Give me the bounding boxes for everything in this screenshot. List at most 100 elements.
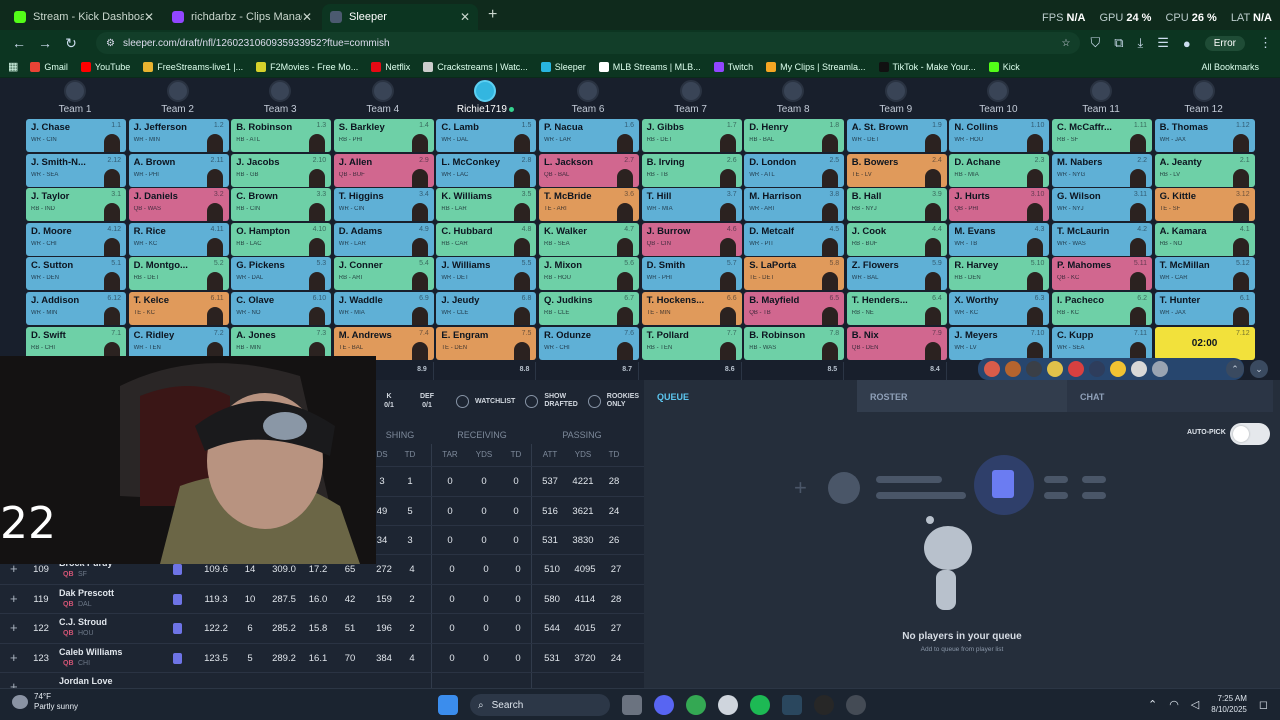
draft-pick-cell[interactable]: T. Kelce TE - KC 6.11 <box>128 292 229 325</box>
chevron-down-icon[interactable]: ⌄ <box>1250 360 1268 378</box>
player-note-icon[interactable] <box>173 593 182 605</box>
rookies-only-checkbox[interactable]: ROOKIES ONLY <box>587 393 639 409</box>
draft-pick-cell[interactable]: D. Adams WR - LAR 4.9 <box>333 222 434 256</box>
bookmark-item[interactable]: TikTok - Make Your... <box>878 61 976 72</box>
draft-pick-cell[interactable]: D. Achane RB - MIA 2.3 <box>949 153 1050 187</box>
draft-pick-cell[interactable]: M. Andrews TE - BAL 7.4 <box>333 326 434 360</box>
draft-pick-cell[interactable]: J. Burrow QB - CIN 4.6 <box>641 222 742 256</box>
reaction-emoji-icon[interactable] <box>1089 361 1105 377</box>
draft-pick-cell[interactable]: J. Williams WR - DET 5.5 <box>436 257 537 291</box>
draft-pick-cell[interactable]: G. Wilson WR - NYJ 3.11 <box>1052 188 1152 222</box>
draft-pick-cell[interactable]: T. McLaurin WR - WAS 4.2 <box>1052 222 1152 256</box>
draft-pick-cell[interactable]: X. Worthy WR - KC 6.3 <box>949 292 1050 325</box>
draft-pick-cell[interactable]: C. Sutton WR - DEN 5.1 <box>26 257 126 291</box>
draft-pick-cell[interactable]: B. Hall RB - NYJ 3.9 <box>846 188 947 222</box>
draft-pick-cell[interactable]: B. Thomas WR - JAX 1.12 <box>1154 119 1255 152</box>
close-icon[interactable]: ✕ <box>460 10 470 24</box>
draft-pick-cell[interactable]: I. Pacheco RB - KC 6.2 <box>1052 292 1152 325</box>
draft-pick-cell[interactable]: M. Nabers WR - NYG 2.2 <box>1052 153 1152 187</box>
bookmark-item[interactable]: Netflix <box>371 61 410 72</box>
draft-pick-cell[interactable]: J. Waddle WR - MIA 6.9 <box>333 292 434 325</box>
draft-pick-cell[interactable]: B. Robinson RB - ATL 1.3 <box>231 119 332 152</box>
chevron-up-icon[interactable]: ⌃ <box>1226 360 1244 378</box>
profile-avatar[interactable]: ● <box>1183 36 1191 51</box>
add-to-queue-plus-icon[interactable]: + <box>10 620 18 635</box>
download-icon[interactable]: ⤓ <box>1138 35 1144 51</box>
chrome-icon[interactable] <box>686 695 706 715</box>
draft-pick-cell[interactable]: G. Kittle TE - SF 3.12 <box>1154 188 1255 222</box>
wifi-icon[interactable]: ◠ <box>1169 698 1179 711</box>
team-header[interactable]: Team 11 <box>1051 78 1151 118</box>
draft-pick-cell[interactable]: G. Pickens WR - DAL 5.3 <box>231 257 332 291</box>
menu-lines-icon[interactable]: ☰ <box>1157 35 1169 51</box>
reaction-emoji-icon[interactable] <box>1110 361 1126 377</box>
draft-pick-cell[interactable]: P. Nacua WR - LAR 1.6 <box>539 119 639 152</box>
team-header[interactable]: Team 3 <box>230 78 330 118</box>
draft-pick-cell[interactable]: D. Smith WR - PHI 5.7 <box>641 257 742 291</box>
team-header[interactable]: Richie1719 <box>435 78 535 118</box>
draft-pick-cell[interactable]: B. Robinson RB - WAS 7.8 <box>744 326 845 360</box>
draft-pick-cell[interactable]: A. Jones RB - MIN 7.3 <box>231 326 332 360</box>
draft-pick-cell[interactable]: A. Brown WR - PHI 2.11 <box>128 153 229 187</box>
steam-icon[interactable] <box>782 695 802 715</box>
close-icon[interactable]: ✕ <box>144 10 154 24</box>
draft-pick-cell[interactable]: J. Mixon RB - HOU 5.6 <box>539 257 639 291</box>
draft-pick-cell[interactable]: D. Metcalf WR - PIT 4.5 <box>744 222 845 256</box>
draft-pick-cell[interactable]: M. Evans WR - TB 4.3 <box>949 222 1050 256</box>
draft-pick-cell[interactable]: B. Bowers TE - LV 2.4 <box>846 153 947 187</box>
draft-pick-cell[interactable]: D. Montgo... RB - DET 5.2 <box>128 257 229 291</box>
bookmark-item[interactable]: Kick <box>988 61 1020 72</box>
draft-pick-cell[interactable]: E. Engram TE - DEN 7.5 <box>436 326 537 360</box>
draft-pick-cell[interactable]: D. Swift RB - CHI 7.1 <box>26 326 126 360</box>
draft-pick-cell[interactable]: C. Brown RB - CIN 3.3 <box>231 188 332 222</box>
bookmark-item[interactable]: MLB Streams | MLB... <box>598 61 701 72</box>
draft-pick-cell[interactable]: D. Moore WR - CHI 4.12 <box>26 222 126 256</box>
draft-pick-cell[interactable]: N. Collins WR - HOU 1.10 <box>949 119 1050 152</box>
bookmark-item[interactable]: FreeStreams-live1 |... <box>143 61 243 72</box>
draft-pick-cell[interactable]: S. LaPorta TE - DET 5.8 <box>744 257 845 291</box>
clock[interactable]: 7:25 AM 8/10/2025 <box>1211 693 1247 715</box>
team-header[interactable]: Team 9 <box>846 78 946 118</box>
browser-tab[interactable]: richdarbz - Clips Manager - Tw✕ <box>164 4 320 30</box>
add-to-queue-plus-icon[interactable]: + <box>10 591 18 606</box>
browser-tab[interactable]: Stream - Kick Dashboard ✕ <box>6 4 162 30</box>
draft-pick-cell[interactable]: J. Hurts QB - PHI 3.10 <box>949 188 1050 222</box>
draft-pick-cell[interactable]: J. Addison WR - MIN 6.12 <box>26 292 126 325</box>
app-icon[interactable] <box>846 695 866 715</box>
draft-pick-cell[interactable]: T. Higgins WR - CIN 3.4 <box>333 188 434 222</box>
draft-pick-cell[interactable]: T. Hunter WR - JAX 6.1 <box>1154 292 1255 325</box>
draft-pick-cell[interactable]: J. Jeudy WR - CLE 6.8 <box>436 292 537 325</box>
pick-timer[interactable]: 02:00 7.12 <box>1154 326 1255 360</box>
add-to-queue-plus-icon[interactable]: + <box>10 650 18 665</box>
kebab-menu-icon[interactable]: ⋮ <box>1259 35 1272 51</box>
all-bookmarks[interactable]: All Bookmarks <box>1201 62 1259 72</box>
draft-pick-cell[interactable]: J. Allen QB - BUF 2.9 <box>333 153 434 187</box>
draft-pick-cell[interactable]: J. Cook RB - BUF 4.4 <box>846 222 947 256</box>
chevron-up-icon[interactable]: ⌃ <box>1148 698 1157 711</box>
draft-pick-cell[interactable]: M. Harrison WR - ARI 3.8 <box>744 188 845 222</box>
extensions-icon[interactable]: ⧉ <box>1114 35 1123 51</box>
weather-widget[interactable]: 74°F Partly sunny <box>12 692 78 712</box>
player-note-icon[interactable] <box>173 652 182 664</box>
draft-pick-cell[interactable]: A. Kamara RB - NO 4.1 <box>1154 222 1255 256</box>
reaction-emoji-icon[interactable] <box>1131 361 1147 377</box>
draft-pick-cell[interactable]: A. Jeanty RB - LV 2.1 <box>1154 153 1255 187</box>
bookmark-item[interactable]: Sleeper <box>540 61 586 72</box>
close-icon[interactable]: ✕ <box>302 10 312 24</box>
team-header[interactable]: Team 10 <box>948 78 1048 118</box>
draft-pick-cell[interactable]: L. McConkey WR - LAC 2.8 <box>436 153 537 187</box>
reaction-emoji-icon[interactable] <box>1152 361 1168 377</box>
player-note-icon[interactable] <box>173 623 182 634</box>
draft-pick-cell[interactable]: R. Harvey RB - DEN 5.10 <box>949 257 1050 291</box>
draft-pick-cell[interactable]: J. Gibbs RB - DET 1.7 <box>641 119 742 152</box>
draft-pick-cell[interactable]: D. London WR - ATL 2.5 <box>744 153 845 187</box>
draft-pick-cell[interactable]: C. Ridley WR - TEN 7.2 <box>128 326 229 360</box>
draft-pick-cell[interactable]: B. Mayfield QB - TB 6.5 <box>744 292 845 325</box>
draft-pick-cell[interactable]: D. Henry RB - BAL 1.8 <box>744 119 845 152</box>
player-note-icon[interactable] <box>173 564 182 575</box>
player-name[interactable]: Dak Prescott <box>59 588 114 598</box>
draft-pick-cell[interactable]: S. Barkley RB - PHI 1.4 <box>333 119 434 152</box>
draft-pick-cell[interactable]: Z. Flowers WR - BAL 5.9 <box>846 257 947 291</box>
draft-pick-cell[interactable]: C. Lamb WR - DAL 1.5 <box>436 119 537 152</box>
reload-icon[interactable]: ↻ <box>60 35 82 52</box>
